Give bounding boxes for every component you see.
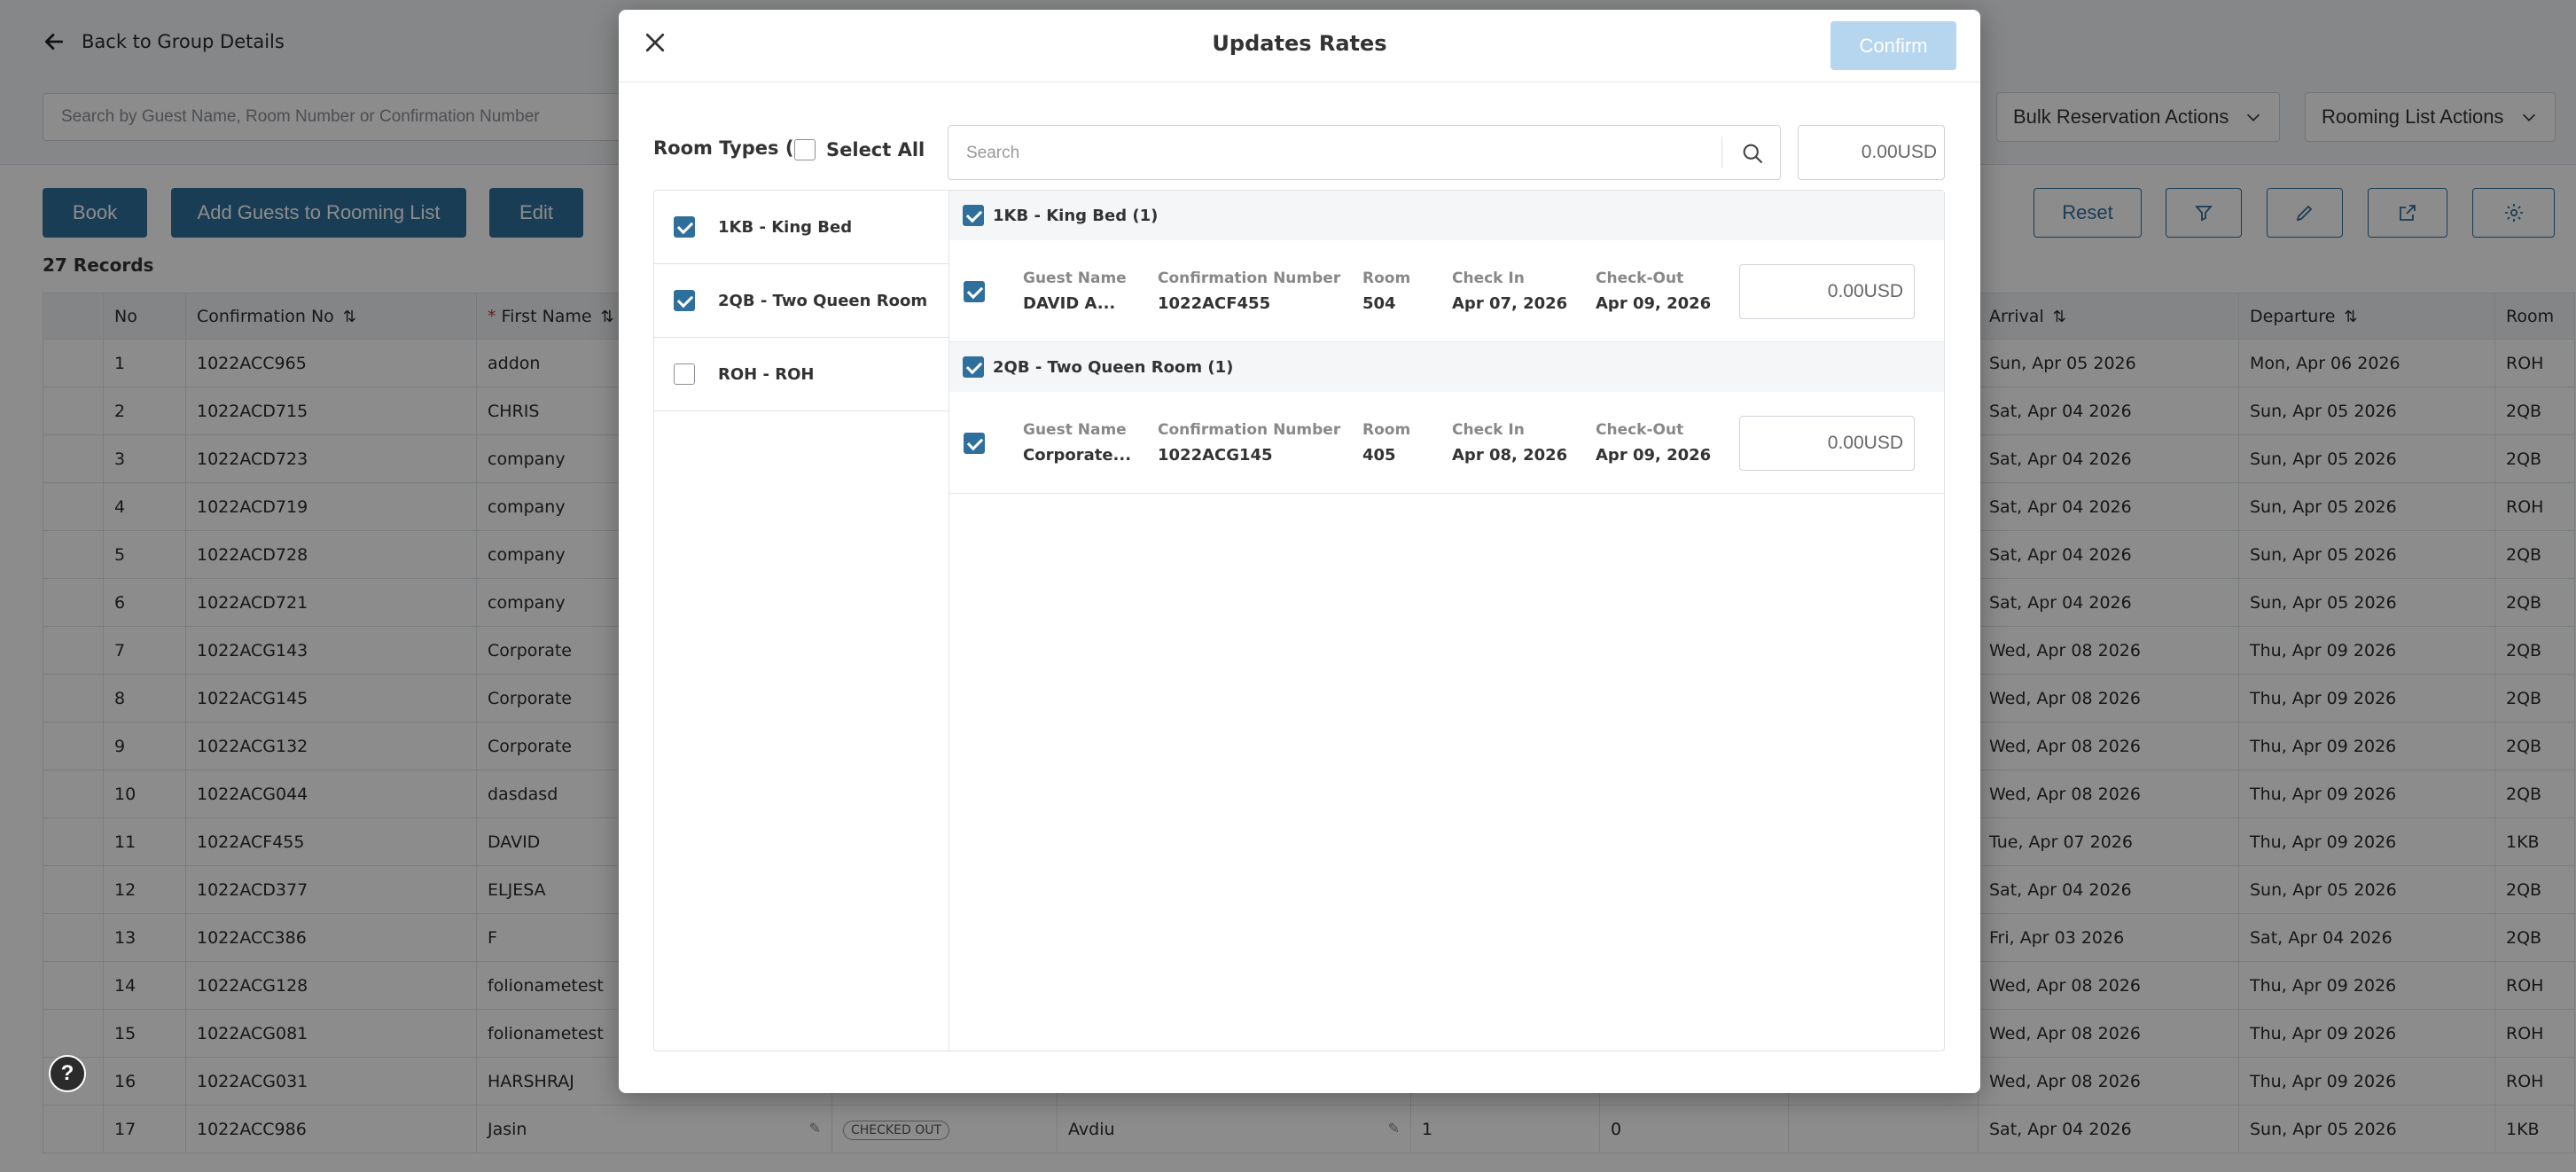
room-type-item-1kb[interactable]: 1KB - King Bed (654, 191, 949, 264)
check-in-field: Check In Apr 07, 2026 (1452, 270, 1568, 313)
confirmation-field: Confirmation Number 1022ACF455 (1158, 270, 1341, 313)
reservation-checkbox[interactable] (964, 281, 985, 302)
room-type-item-roh[interactable]: ROH - ROH (654, 338, 949, 411)
help-button[interactable]: ? (49, 1055, 86, 1092)
room-type-checkbox[interactable] (674, 363, 695, 385)
room-type-label: ROH - ROH (718, 364, 815, 384)
confirmation-field: Confirmation Number 1022ACG145 (1158, 421, 1341, 465)
room-field: Room 405 (1362, 421, 1411, 465)
check-in-field: Check In Apr 08, 2026 (1452, 421, 1568, 465)
reservation-row: Guest Name Corporate... Confirmation Numb… (949, 392, 1944, 494)
update-rates-modal: Updates Rates Confirm Room Types (3) Sel… (619, 10, 1980, 1093)
select-all-checkbox-box[interactable] (794, 139, 816, 160)
group-heading-label: 1KB - King Bed (1) (993, 206, 1159, 225)
group-checkbox[interactable] (963, 205, 984, 226)
rates-panel: 1KB - King Bed 2QB - Two Queen Room ROH … (653, 190, 1945, 1051)
room-type-label: 2QB - Two Queen Room (718, 291, 928, 310)
bulk-rate-amount-input[interactable]: 0.00USD (1798, 125, 1945, 180)
guest-name-field: Guest Name DAVID A... (1023, 270, 1127, 313)
room-field: Room 504 (1362, 270, 1411, 313)
group-heading-1kb[interactable]: 1KB - King Bed (1) (949, 191, 1944, 240)
guest-name-field: Guest Name Corporate... (1023, 421, 1132, 465)
rate-amount-input[interactable]: 0.00USD (1739, 264, 1915, 319)
reservation-checkbox[interactable] (964, 433, 985, 454)
rate-amount-input[interactable]: 0.00USD (1739, 416, 1915, 471)
select-all-label: Select All (826, 139, 925, 160)
modal-header: Updates Rates Confirm (619, 10, 1980, 82)
group-checkbox[interactable] (963, 356, 984, 378)
group-heading-label: 2QB - Two Queen Room (1) (993, 357, 1234, 377)
select-all-checkbox[interactable]: Select All (794, 139, 925, 160)
modal-title: Updates Rates (1212, 31, 1387, 56)
room-type-label: 1KB - King Bed (718, 217, 853, 237)
room-type-checkbox[interactable] (674, 216, 695, 238)
room-type-checkbox[interactable] (674, 290, 695, 311)
search-divider (1721, 137, 1722, 168)
reservation-row: Guest Name DAVID A... Confirmation Number… (949, 240, 1944, 342)
confirm-button[interactable]: Confirm (1831, 21, 1956, 70)
group-heading-2qb[interactable]: 2QB - Two Queen Room (1) (949, 342, 1944, 392)
check-out-field: Check-Out Apr 09, 2026 (1596, 270, 1712, 313)
modal-search-input[interactable]: Search (948, 125, 1781, 180)
room-types-label: Room Types (3) (653, 137, 816, 159)
room-type-list: 1KB - King Bed 2QB - Two Queen Room ROH … (654, 191, 949, 1051)
search-icon[interactable] (1740, 141, 1765, 166)
check-out-field: Check-Out Apr 09, 2026 (1596, 421, 1712, 465)
modal-search-placeholder: Search (966, 144, 1020, 162)
room-type-item-2qb[interactable]: 2QB - Two Queen Room (654, 264, 949, 338)
